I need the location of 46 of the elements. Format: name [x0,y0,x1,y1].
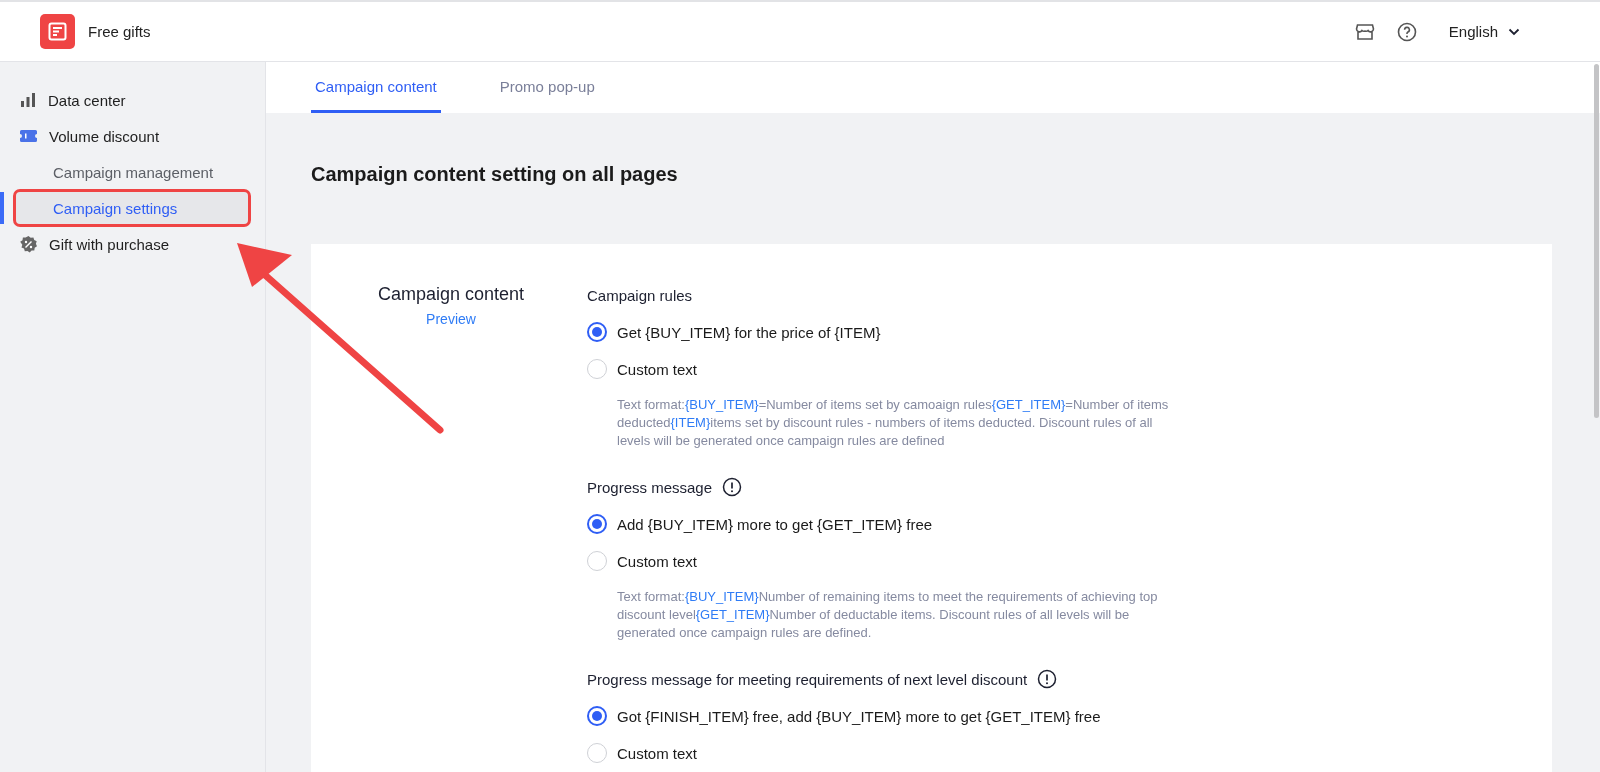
radio-option[interactable]: Got {FINISH_ITEM} free, add {BUY_ITEM} more to get {GET_ITEM} free [587,705,1172,727]
sidebar-item[interactable]: Gift with purchase [20,226,170,262]
tab[interactable]: Campaign content [311,62,441,113]
help-icon[interactable] [1396,21,1417,42]
store-icon[interactable] [1354,21,1375,42]
chevron-down-icon [1508,27,1520,36]
option-label: Add {BUY_ITEM} more to get {GET_ITEM} free [617,515,933,533]
radio-button[interactable] [587,322,607,342]
bar-chart-icon [20,93,36,107]
percent-badge-icon [20,235,37,253]
sidebar-subitem[interactable]: Campaign management [16,156,248,188]
scrollbar-thumb[interactable] [1594,64,1599,418]
radio-option[interactable]: Custom text [587,358,1172,380]
radio-button[interactable] [587,706,607,726]
card-label: Campaign content [377,284,525,305]
option-label: Get {BUY_ITEM} for the price of {ITEM} [617,323,881,341]
active-indicator [0,192,4,224]
radio-option[interactable]: Add {BUY_ITEM} more to get {GET_ITEM} free [587,513,1172,535]
sidebar-item[interactable]: Data center [20,82,126,118]
info-icon[interactable] [722,477,743,497]
radio-option[interactable]: Custom text [587,742,1172,764]
option-label: Got {FINISH_ITEM} free, add {BUY_ITEM} more to get {GET_ITEM} free [617,707,1101,725]
sidebar-item-label: Gift with purchase [49,235,170,253]
preview-link[interactable]: Preview [426,311,476,327]
language-dropdown[interactable]: English [1448,23,1520,40]
format-hint: Text format:{BUY_ITEM}Number of remaining items to meet the requirements of achieving top discount level{GET_ITEM}Number of deductable items. Discount rules of all levels will be generated once campaign rules are defined. [617,588,1159,642]
radio-button[interactable] [587,514,607,534]
app-title: Free gifts [88,23,151,40]
page-title: Campaign content setting on all pages [311,163,679,186]
sidebar-item-label: Data center [48,91,126,109]
sidebar-item[interactable]: Volume discount [20,118,160,154]
option-label: Custom text [617,360,698,378]
section-title: Progress message [587,478,713,496]
section-title: Progress message for meeting requirements of next level discount [587,670,1028,688]
ticket-icon [20,130,37,142]
radio-option[interactable]: Custom text [587,550,1172,572]
section-title: Campaign rules [587,286,693,304]
app-logo [40,14,75,49]
format-hint: Text format:{BUY_ITEM}=Number of items set by camoaign rules{GET_ITEM}=Number of items deducted{ITEM}items set by discount rules - numbers of items deducted. Discount rules of all levels will be generated once campaign rules are defined [617,396,1170,450]
option-label: Custom text [617,744,698,762]
option-label: Custom text [617,552,698,570]
sidebar-subitem[interactable]: Campaign settings [16,192,248,224]
radio-option[interactable]: Get {BUY_ITEM} for the price of {ITEM} [587,321,1172,343]
tab[interactable]: Promo pop-up [495,62,599,113]
info-icon[interactable] [1037,669,1058,689]
sidebar-item-label: Volume discount [49,127,160,145]
